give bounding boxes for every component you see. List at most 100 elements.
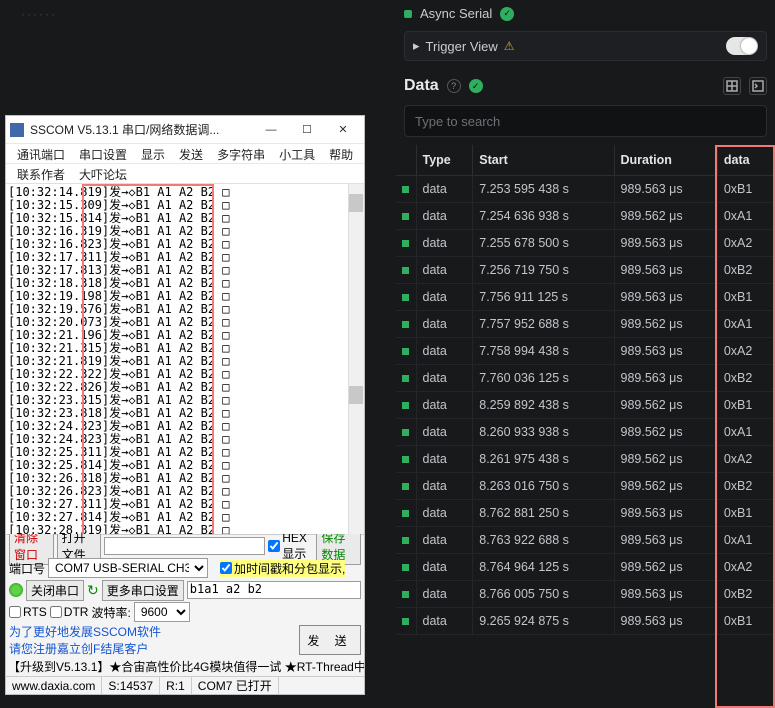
search-input[interactable]: Type to search — [404, 105, 767, 137]
table-row[interactable]: data7.756 911 125 s989.563 μs0xB1 — [396, 284, 775, 311]
analyzer-pane: Async Serial ✓ ▸ Trigger View ⚠ Data ? ✓… — [390, 0, 775, 708]
log-area[interactable]: [10:32:14.819]发→◇B1 A1 A2 B2 □[10:32:15.… — [6, 184, 364, 534]
cell-data: 0xB1 — [717, 284, 774, 311]
status-sent: S:14537 — [102, 677, 160, 694]
cell-type: data — [416, 392, 473, 419]
cell-duration: 989.563 μs — [614, 500, 717, 527]
table-row[interactable]: data7.255 678 500 s989.563 μs0xA2 — [396, 230, 775, 257]
trigger-toggle[interactable] — [726, 37, 758, 55]
col-start[interactable]: Start — [473, 145, 614, 176]
cell-start: 8.260 933 938 s — [473, 419, 614, 446]
cell-start: 7.256 719 750 s — [473, 257, 614, 284]
file-path-input[interactable] — [104, 537, 265, 555]
table-row[interactable]: data9.265 924 875 s989.563 μs0xB1 — [396, 608, 775, 635]
table-row[interactable]: data8.763 922 688 s989.563 μs0xA1 — [396, 527, 775, 554]
cell-type: data — [416, 230, 473, 257]
menu-item[interactable]: 通讯端口 — [10, 144, 72, 163]
table-row[interactable]: data8.261 975 438 s989.562 μs0xA2 — [396, 446, 775, 473]
cell-start: 7.757 952 688 s — [473, 311, 614, 338]
row-indicator — [396, 311, 416, 338]
check-icon: ✓ — [500, 7, 514, 21]
status-recv: R:1 — [160, 677, 192, 694]
col-type[interactable]: Type — [416, 145, 473, 176]
close-port-button[interactable]: 关闭串口 — [26, 580, 84, 601]
table-row[interactable]: data7.254 636 938 s989.562 μs0xA1 — [396, 203, 775, 230]
left-pane: ······ SSCOM V5.13.1 串口/网络数据调... — ☐ ✕ 通… — [0, 0, 390, 708]
menu-item[interactable]: 小工具 — [272, 144, 322, 163]
cell-duration: 989.563 μs — [614, 230, 717, 257]
faint-text: ······ — [20, 10, 56, 21]
tx-input[interactable]: b1a1 a2 b2 — [187, 581, 361, 599]
row-indicator — [396, 230, 416, 257]
minimize-button[interactable]: — — [254, 119, 288, 141]
cell-data: 0xB2 — [717, 473, 774, 500]
cell-start: 8.261 975 438 s — [473, 446, 614, 473]
search-placeholder: Type to search — [415, 114, 500, 129]
menu-item[interactable]: 发送 — [172, 144, 210, 163]
titlebar[interactable]: SSCOM V5.13.1 串口/网络数据调... — ☐ ✕ — [6, 116, 364, 144]
menu-item[interactable]: 联系作者 — [10, 164, 72, 183]
terminal-view-icon[interactable] — [749, 77, 767, 95]
table-row[interactable]: data8.766 005 750 s989.563 μs0xB2 — [396, 581, 775, 608]
scroll-thumb[interactable] — [349, 194, 363, 212]
check-icon: ✓ — [469, 79, 483, 93]
row-indicator — [396, 257, 416, 284]
more-settings-button[interactable]: 更多串口设置 — [102, 580, 184, 601]
dtr-check[interactable]: DTR — [50, 605, 89, 619]
table-row[interactable]: data8.263 016 750 s989.562 μs0xB2 — [396, 473, 775, 500]
table-row[interactable]: data8.260 933 938 s989.562 μs0xA1 — [396, 419, 775, 446]
table-row[interactable]: data7.757 952 688 s989.562 μs0xA1 — [396, 311, 775, 338]
baud-select[interactable]: 9600 — [134, 602, 190, 622]
refresh-icon[interactable]: ↻ — [87, 582, 99, 599]
row-indicator — [396, 419, 416, 446]
table-view-icon[interactable] — [723, 77, 741, 95]
table-row[interactable]: data8.259 892 438 s989.562 μs0xB1 — [396, 392, 775, 419]
cell-duration: 989.562 μs — [614, 203, 717, 230]
close-button[interactable]: ✕ — [326, 119, 360, 141]
table-row[interactable]: data8.764 964 125 s989.562 μs0xA2 — [396, 554, 775, 581]
maximize-button[interactable]: ☐ — [290, 119, 324, 141]
cell-data: 0xA2 — [717, 230, 774, 257]
row-indicator — [396, 554, 416, 581]
cell-data: 0xB2 — [717, 581, 774, 608]
bottom-promo[interactable]: 【升级到V5.13.1】★合宙高性价比4G模块值得一试 ★RT-Thread中国 — [6, 657, 364, 676]
rts-check[interactable]: RTS — [9, 605, 47, 619]
hex-display-check[interactable]: HEX显示 — [268, 531, 313, 562]
col-duration[interactable]: Duration — [614, 145, 717, 176]
protocol-row[interactable]: Async Serial ✓ — [396, 0, 775, 31]
cell-data: 0xB1 — [717, 392, 774, 419]
table-row[interactable]: data7.253 595 438 s989.563 μs0xB1 — [396, 176, 775, 203]
menu-item[interactable]: 显示 — [134, 144, 172, 163]
scroll-thumb[interactable] — [349, 386, 363, 404]
table-row[interactable]: data7.758 994 438 s989.563 μs0xA2 — [396, 338, 775, 365]
cell-duration: 989.563 μs — [614, 365, 717, 392]
table-row[interactable]: data7.760 036 125 s989.563 μs0xB2 — [396, 365, 775, 392]
cell-type: data — [416, 257, 473, 284]
table-row[interactable]: data7.256 719 750 s989.563 μs0xB2 — [396, 257, 775, 284]
baud-label: 波特率: — [91, 604, 130, 621]
scrollbar[interactable] — [348, 184, 364, 534]
trigger-view-row[interactable]: ▸ Trigger View ⚠ — [404, 31, 767, 61]
menu-item[interactable]: 大吓论坛 — [72, 164, 134, 183]
port-select[interactable]: COM7 USB-SERIAL CH340 — [48, 558, 208, 578]
cell-type: data — [416, 500, 473, 527]
cell-duration: 989.562 μs — [614, 473, 717, 500]
row-indicator — [396, 176, 416, 203]
menu-item[interactable]: 串口设置 — [72, 144, 134, 163]
help-icon[interactable]: ? — [447, 79, 461, 93]
cell-data: 0xA1 — [717, 203, 774, 230]
menu-item[interactable]: 帮助 — [322, 144, 360, 163]
status-site[interactable]: www.daxia.com — [6, 677, 102, 694]
table-row[interactable]: data8.762 881 250 s989.563 μs0xB1 — [396, 500, 775, 527]
cell-data: 0xA2 — [717, 446, 774, 473]
send-button[interactable]: 发 送 — [299, 625, 361, 655]
menu-item[interactable]: 多字符串 — [210, 144, 272, 163]
data-table-wrap: Type Start Duration data data7.253 595 4… — [396, 145, 775, 708]
timestamp-check[interactable]: 加时间戳和分包显示, — [220, 560, 345, 577]
cell-start: 7.255 678 500 s — [473, 230, 614, 257]
cell-start: 8.766 005 750 s — [473, 581, 614, 608]
chevron-right-icon: ▸ — [413, 38, 420, 54]
cell-data: 0xA1 — [717, 419, 774, 446]
cell-duration: 989.563 μs — [614, 257, 717, 284]
col-data[interactable]: data — [717, 145, 774, 176]
